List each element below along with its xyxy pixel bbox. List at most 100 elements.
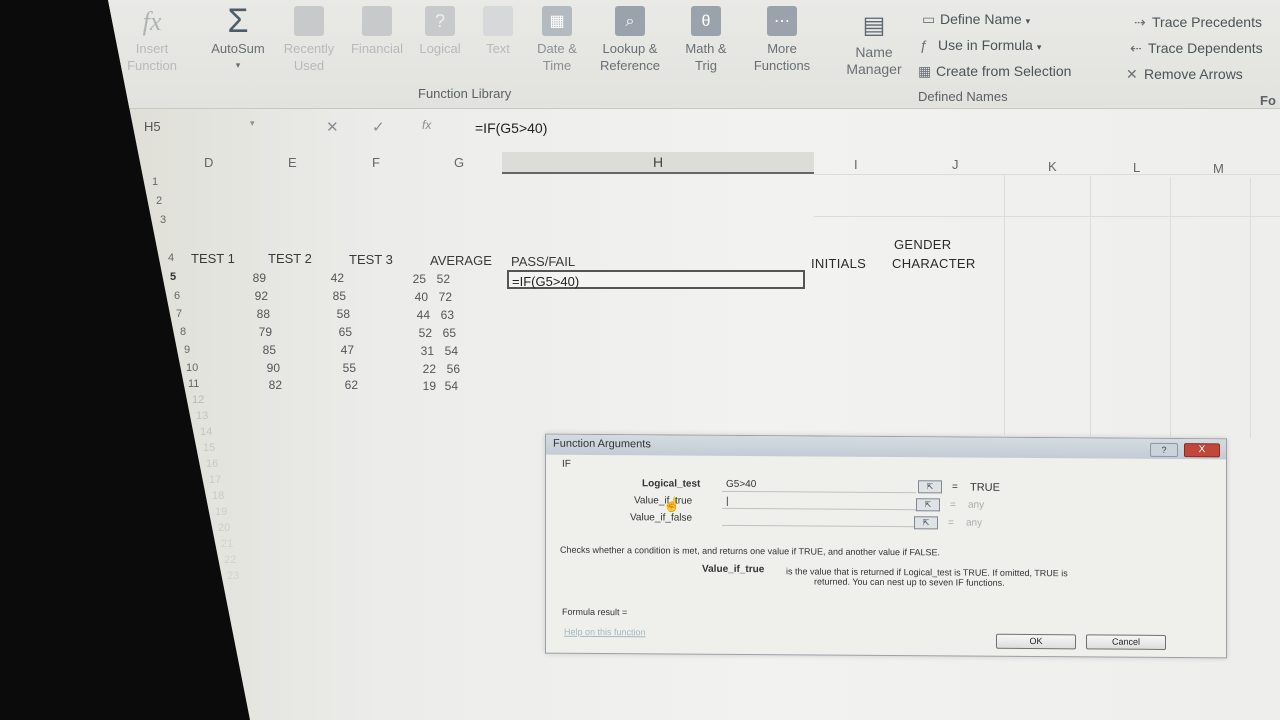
cell-test1[interactable]: 90 bbox=[250, 361, 280, 375]
cell-average[interactable]: 56 bbox=[430, 362, 460, 376]
row-header[interactable]: 3 bbox=[160, 214, 166, 226]
row-header[interactable]: 8 bbox=[180, 326, 186, 338]
cell-average[interactable]: 54 bbox=[428, 344, 458, 358]
cell-test1[interactable]: 89 bbox=[236, 271, 266, 285]
column-header-k[interactable]: K bbox=[1048, 159, 1057, 174]
header-test1[interactable]: TEST 1 bbox=[191, 251, 235, 266]
row-header[interactable]: 12 bbox=[192, 394, 204, 406]
column-header-j[interactable]: J bbox=[952, 157, 959, 172]
close-button[interactable]: X bbox=[1184, 443, 1220, 458]
formula-auditing-label: Fo bbox=[1260, 93, 1276, 108]
header-test3[interactable]: TEST 3 bbox=[349, 252, 393, 267]
insert-function-button[interactable]: fx Insert Function bbox=[122, 6, 182, 74]
row-header[interactable]: 20 bbox=[218, 522, 230, 534]
header-character[interactable]: CHARACTER bbox=[892, 256, 976, 271]
enter-icon[interactable]: ✓ bbox=[372, 118, 385, 136]
header-gender[interactable]: GENDER bbox=[894, 237, 951, 252]
insert-function-icon[interactable]: fx bbox=[422, 118, 431, 132]
row-header[interactable]: 14 bbox=[200, 426, 212, 438]
create-from-selection-command[interactable]: ▦ Create from Selection bbox=[918, 63, 1071, 80]
recently-used-button[interactable]: Recently Used bbox=[278, 6, 340, 74]
column-header-f[interactable]: F bbox=[372, 155, 380, 170]
row-header[interactable]: 1 bbox=[152, 176, 158, 188]
row-header[interactable]: 11 bbox=[188, 378, 199, 390]
cell-test1[interactable]: 79 bbox=[242, 325, 272, 339]
lookup-reference-button[interactable]: ⌕ Lookup & Reference bbox=[588, 6, 672, 74]
row-header[interactable]: 23 bbox=[227, 570, 239, 582]
row-header[interactable]: 18 bbox=[212, 490, 224, 502]
row-header[interactable]: 22 bbox=[224, 554, 236, 566]
name-manager-button[interactable]: ▤ Name Manager bbox=[838, 10, 910, 78]
value-if-false-input[interactable] bbox=[722, 511, 914, 528]
row-header[interactable]: 6 bbox=[174, 290, 180, 302]
row-header[interactable]: 9 bbox=[184, 344, 190, 356]
column-header-e[interactable]: E bbox=[288, 155, 297, 170]
chevron-down-icon[interactable]: ▾ bbox=[250, 118, 255, 129]
trace-precedents-command[interactable]: ⇢ Trace Precedents bbox=[1134, 14, 1262, 31]
star-icon bbox=[294, 6, 324, 36]
define-name-command[interactable]: ▭ Define Name ▾ bbox=[922, 11, 1030, 28]
column-header-l[interactable]: L bbox=[1133, 160, 1140, 175]
use-in-formula-command[interactable]: ƒ Use in Formula ▾ bbox=[920, 37, 1041, 53]
cell-test2[interactable]: 65 bbox=[322, 325, 352, 339]
row-header[interactable]: 13 bbox=[196, 410, 208, 422]
header-pass-fail[interactable]: PASS/FAIL bbox=[511, 254, 575, 269]
ok-button[interactable]: OK bbox=[996, 633, 1076, 650]
cell-test2[interactable]: 62 bbox=[328, 378, 358, 392]
cell-test2[interactable]: 55 bbox=[326, 361, 356, 375]
cell-test1[interactable]: 85 bbox=[246, 343, 276, 357]
row-header[interactable]: 4 bbox=[168, 252, 174, 264]
collapse-dialog-icon[interactable]: ⇱ bbox=[916, 498, 940, 512]
header-test2[interactable]: TEST 2 bbox=[268, 251, 312, 266]
collapse-dialog-icon[interactable]: ⇱ bbox=[918, 480, 942, 494]
cancel-button[interactable]: Cancel bbox=[1086, 634, 1166, 650]
help-on-function-link[interactable]: Help on this function bbox=[564, 627, 646, 638]
logical-button[interactable]: ? Logical bbox=[414, 6, 466, 57]
cell-test1[interactable]: 88 bbox=[240, 307, 270, 321]
trace-dependents-command[interactable]: ⇠ Trace Dependents bbox=[1130, 40, 1263, 57]
date-time-button[interactable]: ▦ Date & Time bbox=[528, 6, 586, 74]
autosum-button[interactable]: Σ AutoSum ▾ bbox=[202, 4, 274, 74]
cell-average[interactable]: 54 bbox=[428, 379, 458, 393]
logical-test-input[interactable]: G5>40 bbox=[722, 477, 916, 494]
cell-test1[interactable]: 82 bbox=[252, 378, 282, 392]
row-header[interactable]: 17 bbox=[209, 474, 221, 486]
remove-arrows-command[interactable]: ✕ Remove Arrows bbox=[1126, 66, 1243, 83]
cell-average[interactable]: 63 bbox=[424, 308, 454, 322]
row-header[interactable]: 7 bbox=[176, 308, 182, 320]
cell-test2[interactable]: 47 bbox=[324, 343, 354, 357]
help-button[interactable]: ? bbox=[1150, 442, 1178, 458]
active-cell-h5[interactable]: =IF(G5>40) bbox=[507, 270, 805, 289]
formula-input[interactable]: =IF(G5>40) bbox=[475, 120, 547, 136]
header-initials[interactable]: INITIALS bbox=[811, 256, 866, 271]
math-trig-button[interactable]: θ Math & Trig bbox=[674, 6, 738, 74]
selection-icon: ▦ bbox=[918, 63, 932, 79]
cell-average[interactable]: 65 bbox=[426, 326, 456, 340]
cell-test2[interactable]: 85 bbox=[316, 289, 346, 303]
collapse-dialog-icon[interactable]: ⇱ bbox=[914, 516, 938, 530]
row-header[interactable]: 5 bbox=[170, 271, 176, 283]
row-header[interactable]: 19 bbox=[215, 506, 227, 518]
cell-average[interactable]: 52 bbox=[420, 272, 450, 286]
value-if-true-input[interactable]: | bbox=[722, 494, 916, 511]
name-box[interactable]: H5 bbox=[144, 119, 161, 134]
row-header[interactable]: 21 bbox=[221, 538, 233, 550]
cell-average[interactable]: 72 bbox=[422, 290, 452, 304]
header-average[interactable]: AVERAGE bbox=[430, 253, 492, 268]
row-header[interactable]: 16 bbox=[206, 458, 218, 470]
cell-test2[interactable]: 58 bbox=[320, 307, 350, 321]
row-header[interactable]: 15 bbox=[203, 442, 215, 454]
more-functions-button[interactable]: ⋯ More Functions bbox=[740, 6, 824, 74]
column-header-i[interactable]: I bbox=[854, 157, 858, 172]
column-header-h[interactable]: H bbox=[502, 152, 814, 174]
column-header-d[interactable]: D bbox=[204, 155, 213, 170]
dialog-title-bar[interactable]: Function Arguments ? X bbox=[546, 434, 1226, 460]
cell-test2[interactable]: 42 bbox=[314, 271, 344, 285]
financial-button[interactable]: Financial bbox=[344, 6, 410, 57]
cancel-icon[interactable]: ✕ bbox=[326, 118, 339, 136]
row-header[interactable]: 10 bbox=[186, 362, 198, 374]
text-button[interactable]: Text bbox=[476, 6, 520, 57]
column-header-g[interactable]: G bbox=[454, 155, 464, 170]
row-header[interactable]: 2 bbox=[156, 195, 162, 207]
cell-test1[interactable]: 92 bbox=[238, 289, 268, 303]
